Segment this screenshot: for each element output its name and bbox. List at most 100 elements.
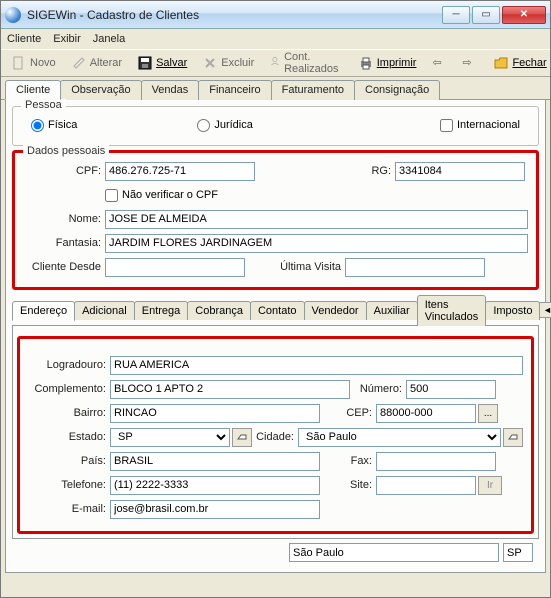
- complemento-field[interactable]: [110, 380, 350, 399]
- arrow-left-icon: ⇦: [432, 56, 446, 70]
- subtab-endereco[interactable]: Endereço: [12, 301, 75, 321]
- cidade-clear-button[interactable]: [503, 428, 523, 447]
- site-ir-button[interactable]: Ir: [478, 476, 502, 495]
- tab-observacao[interactable]: Observação: [60, 80, 141, 100]
- cpf-field[interactable]: [105, 162, 255, 181]
- salvar-button[interactable]: Salvar: [131, 53, 194, 73]
- subtab-contato[interactable]: Contato: [250, 301, 305, 320]
- menu-bar: Cliente Exibir Janela: [1, 29, 550, 49]
- cliente-panel: Pessoa Física Jurídica Internacional Dad…: [5, 100, 546, 573]
- arrow-right-icon: ⇨: [462, 56, 476, 70]
- delete-icon: [203, 56, 217, 70]
- email-label: E-mail:: [28, 503, 110, 515]
- status-uf-field[interactable]: [503, 543, 533, 562]
- numero-field[interactable]: [406, 380, 496, 399]
- radio-fisica[interactable]: Física: [31, 119, 77, 132]
- cep-label: CEP:: [320, 407, 376, 419]
- cidade-select[interactable]: São Paulo: [298, 428, 501, 447]
- ultima-visita-field[interactable]: [345, 258, 485, 277]
- rg-field[interactable]: [395, 162, 525, 181]
- estado-label: Estado:: [28, 431, 110, 443]
- cont-realizados-button: Cont. Realizados: [263, 48, 349, 78]
- cliente-desde-field[interactable]: [105, 258, 245, 277]
- estado-clear-button[interactable]: [232, 428, 252, 447]
- fechar-button[interactable]: Fechar: [487, 53, 551, 73]
- nome-label: Nome:: [23, 213, 105, 225]
- fax-field[interactable]: [376, 452, 496, 471]
- cep-field[interactable]: [376, 404, 476, 423]
- cidade-label: Cidade:: [252, 431, 298, 443]
- cpf-label: CPF:: [23, 165, 105, 177]
- subtab-cobranca[interactable]: Cobrança: [187, 301, 251, 320]
- pessoa-group: Pessoa Física Jurídica Internacional: [12, 106, 539, 146]
- dados-legend: Dados pessoais: [23, 145, 109, 157]
- site-label: Site:: [320, 479, 376, 491]
- maximize-button[interactable]: ▭: [472, 6, 500, 24]
- dados-pessoais-group: Dados pessoais CPF: RG: Não verificar o …: [12, 150, 539, 290]
- tab-financeiro[interactable]: Financeiro: [198, 80, 271, 100]
- status-row: [12, 539, 539, 566]
- subtab-entrega[interactable]: Entrega: [134, 301, 189, 320]
- status-cidade-field[interactable]: [289, 543, 499, 562]
- alterar-button: Alterar: [65, 53, 129, 73]
- endereco-panel: Logradouro: Complemento: Número: Bairro:…: [12, 326, 539, 539]
- print-icon: [359, 56, 373, 70]
- menu-exibir[interactable]: Exibir: [53, 33, 81, 45]
- fax-label: Fax:: [320, 455, 376, 467]
- sub-tabs: Endereço Adicional Entrega Cobrança Cont…: [12, 294, 539, 326]
- tab-faturamento[interactable]: Faturamento: [271, 80, 355, 100]
- minimize-button[interactable]: ─: [442, 6, 470, 24]
- rg-label: RG:: [295, 165, 395, 177]
- app-icon: [5, 7, 21, 23]
- edit-icon: [72, 56, 86, 70]
- window-title: SIGEWin - Cadastro de Clientes: [27, 8, 442, 22]
- menu-cliente[interactable]: Cliente: [7, 33, 41, 45]
- subtab-auxiliar[interactable]: Auxiliar: [366, 301, 418, 320]
- toolbar: Novo Alterar Salvar Excluir Cont. Realiz…: [1, 49, 550, 77]
- bairro-field[interactable]: [110, 404, 320, 423]
- folder-icon: [494, 56, 508, 70]
- main-tabs: Cliente Observação Vendas Financeiro Fat…: [1, 79, 550, 100]
- save-icon: [138, 56, 152, 70]
- excluir-button: Excluir: [196, 53, 261, 73]
- check-internacional[interactable]: Internacional: [440, 119, 520, 132]
- estado-select[interactable]: SP: [110, 428, 230, 447]
- tab-cliente[interactable]: Cliente: [5, 80, 61, 100]
- complemento-label: Complemento:: [28, 383, 110, 395]
- new-icon: [12, 56, 26, 70]
- cliente-desde-label: Cliente Desde: [23, 261, 105, 273]
- telefone-field[interactable]: [110, 476, 320, 495]
- site-field[interactable]: [376, 476, 476, 495]
- cep-lookup-button[interactable]: ...: [478, 404, 498, 423]
- check-nao-verificar-cpf[interactable]: Não verificar o CPF: [105, 189, 218, 202]
- pessoa-legend: Pessoa: [21, 99, 66, 111]
- pais-label: País:: [28, 455, 110, 467]
- logradouro-field[interactable]: [110, 356, 523, 375]
- close-button[interactable]: ✕: [502, 6, 546, 24]
- contact-icon: [270, 56, 280, 70]
- nome-field[interactable]: [105, 210, 528, 229]
- tab-vendas[interactable]: Vendas: [141, 80, 200, 100]
- subtab-scroll-left[interactable]: ◄: [539, 302, 551, 318]
- imprimir-button[interactable]: Imprimir: [352, 53, 424, 73]
- next-button: ⇨: [455, 53, 483, 73]
- radio-juridica[interactable]: Jurídica: [197, 119, 253, 132]
- bairro-label: Bairro:: [28, 407, 110, 419]
- fantasia-label: Fantasia:: [23, 237, 105, 249]
- novo-button: Novo: [5, 53, 63, 73]
- subtab-adicional[interactable]: Adicional: [74, 301, 135, 320]
- fantasia-field[interactable]: [105, 234, 528, 253]
- numero-label: Número:: [350, 383, 406, 395]
- pais-field[interactable]: [110, 452, 320, 471]
- tab-consignacao[interactable]: Consignação: [354, 80, 440, 100]
- telefone-label: Telefone:: [28, 479, 110, 491]
- subtab-vendedor[interactable]: Vendedor: [304, 301, 367, 320]
- menu-janela[interactable]: Janela: [93, 33, 125, 45]
- endereco-box: Logradouro: Complemento: Número: Bairro:…: [17, 336, 534, 534]
- title-bar: SIGEWin - Cadastro de Clientes ─ ▭ ✕: [1, 1, 550, 29]
- ultima-visita-label: Última Visita: [265, 261, 345, 273]
- prev-button: ⇦: [425, 53, 453, 73]
- subtab-itens[interactable]: Itens Vinculados: [417, 295, 487, 326]
- email-field[interactable]: [110, 500, 320, 519]
- subtab-impostos[interactable]: Imposto: [485, 301, 540, 320]
